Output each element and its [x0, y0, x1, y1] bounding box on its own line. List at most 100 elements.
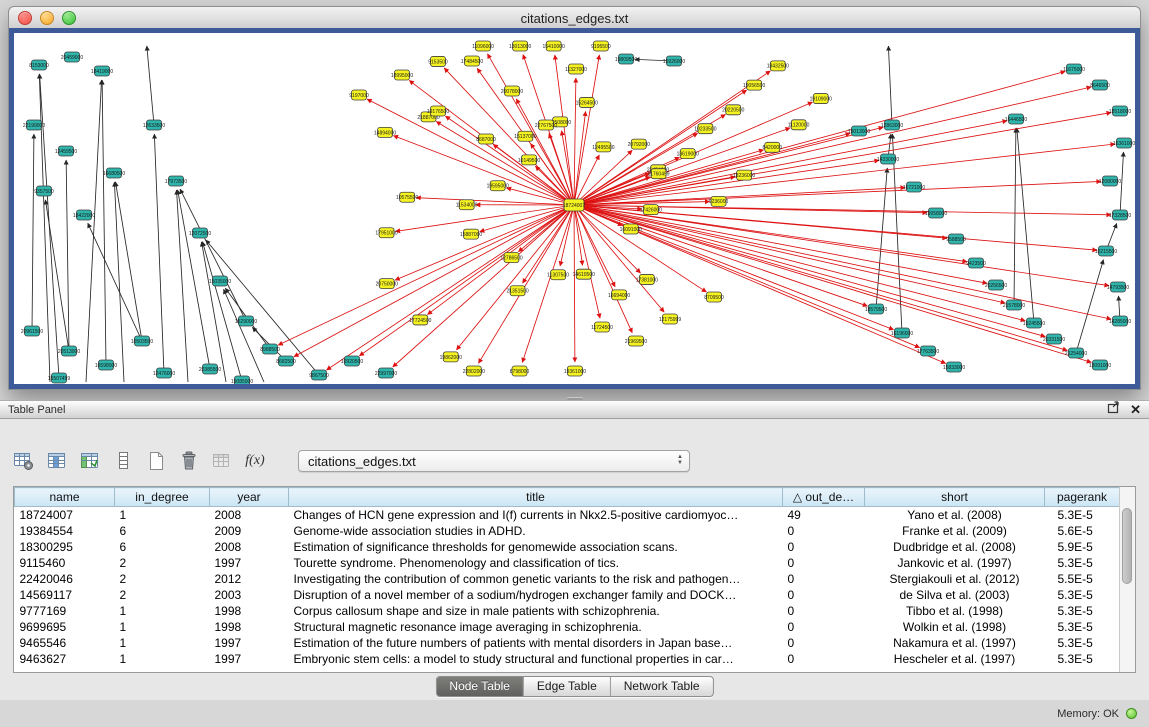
panel-splitter[interactable] — [0, 392, 1149, 400]
network-canvas[interactable]: 1742600016091000173810001669400014610500… — [14, 33, 1135, 384]
graph-edge[interactable] — [574, 78, 576, 205]
graph-edge[interactable] — [445, 116, 574, 205]
graph-node-label: 8709500 — [704, 295, 724, 301]
graph-edge[interactable] — [367, 99, 574, 205]
graph-edge[interactable] — [45, 200, 69, 351]
cell-in_degree: 1 — [115, 603, 210, 619]
graph-edge[interactable] — [574, 71, 1065, 205]
table-row[interactable]: 1938455462009Genome-wide association stu… — [15, 523, 1120, 539]
merge-tables-icon[interactable] — [210, 449, 234, 473]
graph-edge[interactable] — [32, 134, 34, 331]
graph-edge[interactable] — [574, 87, 1091, 205]
graph-edge[interactable] — [154, 134, 164, 373]
tab-node-table[interactable]: Node Table — [436, 677, 524, 696]
graph-node-label: 15137000 — [514, 134, 536, 140]
tab-network-table[interactable]: Network Table — [611, 677, 713, 696]
graph-node-label: 16361000 — [1113, 141, 1135, 147]
graph-edge[interactable] — [478, 205, 574, 363]
table-row[interactable]: 969969511998Structural magnetic resonanc… — [15, 619, 1120, 635]
column-header-out_de[interactable]: △ out_de… — [783, 488, 865, 507]
function-builder-icon[interactable]: f(x) — [243, 449, 267, 473]
table-row[interactable]: 977716911998Corpus callosum shape and si… — [15, 603, 1120, 619]
minimize-window-button[interactable] — [40, 11, 54, 25]
table-scrollbar-thumb[interactable] — [1122, 508, 1132, 584]
combobox-arrows-icon[interactable]: ▲▼ — [677, 454, 683, 466]
graph-edge[interactable] — [574, 71, 770, 205]
graph-edge[interactable] — [574, 121, 1007, 205]
graph-edge[interactable] — [436, 122, 574, 205]
graph-edge[interactable] — [86, 80, 102, 382]
graph-node-label: 12459500 — [55, 149, 77, 155]
graph-edge[interactable] — [888, 46, 892, 125]
graph-edge[interactable] — [574, 205, 1111, 319]
table-row[interactable]: 2242004622012Investigating the contribut… — [15, 571, 1120, 587]
window-titlebar[interactable]: citations_edges.txt — [8, 6, 1141, 30]
table-row[interactable]: 1872400712008Changes of HCN gene express… — [15, 507, 1120, 524]
table-selector-combobox[interactable]: citations_edges.txt ▲▼ — [298, 450, 690, 472]
import-table-icon[interactable] — [78, 449, 102, 473]
graph-edge[interactable] — [114, 182, 124, 382]
graph-edge[interactable] — [395, 205, 574, 280]
table-row[interactable]: 1830029562008Estimation of significance … — [15, 539, 1120, 555]
graph-edge[interactable] — [574, 111, 586, 205]
graph-edge[interactable] — [574, 205, 600, 318]
zoom-window-button[interactable] — [62, 11, 76, 25]
cell-short: Dudbridge et al. (2008) — [865, 539, 1045, 555]
graph-edge[interactable] — [393, 205, 574, 367]
float-panel-icon-graphic — [1107, 401, 1120, 414]
table-type-tabs: Node Table Edge Table Network Table — [435, 676, 713, 697]
graph-edge[interactable] — [1076, 260, 1103, 353]
show-columns-icon[interactable] — [45, 449, 69, 473]
graph-edge[interactable] — [326, 205, 574, 370]
table-row[interactable]: 911546021997Tourette syndrome. Phenomeno… — [15, 555, 1120, 571]
graph-edge[interactable] — [574, 205, 1005, 303]
graph-node-label: 18236000 — [733, 173, 755, 179]
graph-edge[interactable] — [574, 205, 1045, 337]
graph-node-label: 14894000 — [374, 130, 396, 136]
graph-node-label: 10920500 — [341, 359, 363, 365]
table-row[interactable]: 1456911722003Disruption of a novel membe… — [15, 587, 1120, 603]
graph-edge[interactable] — [1014, 128, 1016, 305]
close-window-button[interactable] — [18, 11, 32, 25]
column-header-short[interactable]: short — [865, 488, 1045, 507]
graph-node-label: 16721000 — [903, 185, 925, 191]
graph-edge[interactable] — [574, 205, 575, 362]
graph-node-label: 14793500 — [1107, 285, 1129, 291]
graph-edge[interactable] — [393, 136, 574, 205]
column-header-name[interactable]: name — [15, 488, 115, 507]
close-panel-icon[interactable]: ✕ — [1130, 403, 1141, 416]
graph-edge[interactable] — [493, 144, 574, 205]
graph-edge[interactable] — [177, 190, 188, 382]
table-row[interactable]: 946362711997Embryonic stem cells: a mode… — [15, 651, 1120, 667]
column-header-year[interactable]: year — [210, 488, 289, 507]
table-row[interactable]: 946554611997Estimation of the future num… — [15, 635, 1120, 651]
graph-edge[interactable] — [66, 160, 69, 351]
column-header-title[interactable]: title — [289, 488, 783, 507]
table-scrollbar[interactable] — [1119, 487, 1135, 672]
float-panel-icon[interactable] — [1107, 401, 1120, 419]
column-header-in_degree[interactable]: in_degree — [115, 488, 210, 507]
graph-edge[interactable] — [88, 223, 142, 341]
graph-node-label: 15290000 — [235, 319, 257, 325]
graph-edge[interactable] — [147, 46, 154, 125]
graph-node-label: 22802000 — [463, 369, 485, 375]
delete-table-icon[interactable] — [177, 449, 201, 473]
column-header-pagerank[interactable]: pagerank — [1045, 488, 1120, 507]
graph-edge[interactable] — [115, 182, 142, 341]
graph-node-label: 13013000 — [509, 44, 531, 50]
graph-edge[interactable] — [102, 80, 106, 365]
graph-edge[interactable] — [206, 240, 319, 375]
graph-edge[interactable] — [574, 128, 790, 205]
tab-edge-table[interactable]: Edge Table — [524, 677, 611, 696]
table-options-icon[interactable] — [12, 449, 36, 473]
cell-pagerank: 5.3E-5 — [1045, 651, 1120, 667]
graph-edge[interactable] — [1017, 128, 1034, 323]
graph-edge[interactable] — [180, 189, 246, 321]
graph-node-label: 18432500 — [767, 64, 789, 70]
create-table-icon[interactable] — [144, 449, 168, 473]
graph-edge[interactable] — [224, 289, 264, 382]
graph-edge[interactable] — [574, 55, 599, 205]
graph-node-label: 15926000 — [663, 59, 685, 65]
row-options-icon[interactable] — [111, 449, 135, 473]
cell-year: 2009 — [210, 523, 289, 539]
